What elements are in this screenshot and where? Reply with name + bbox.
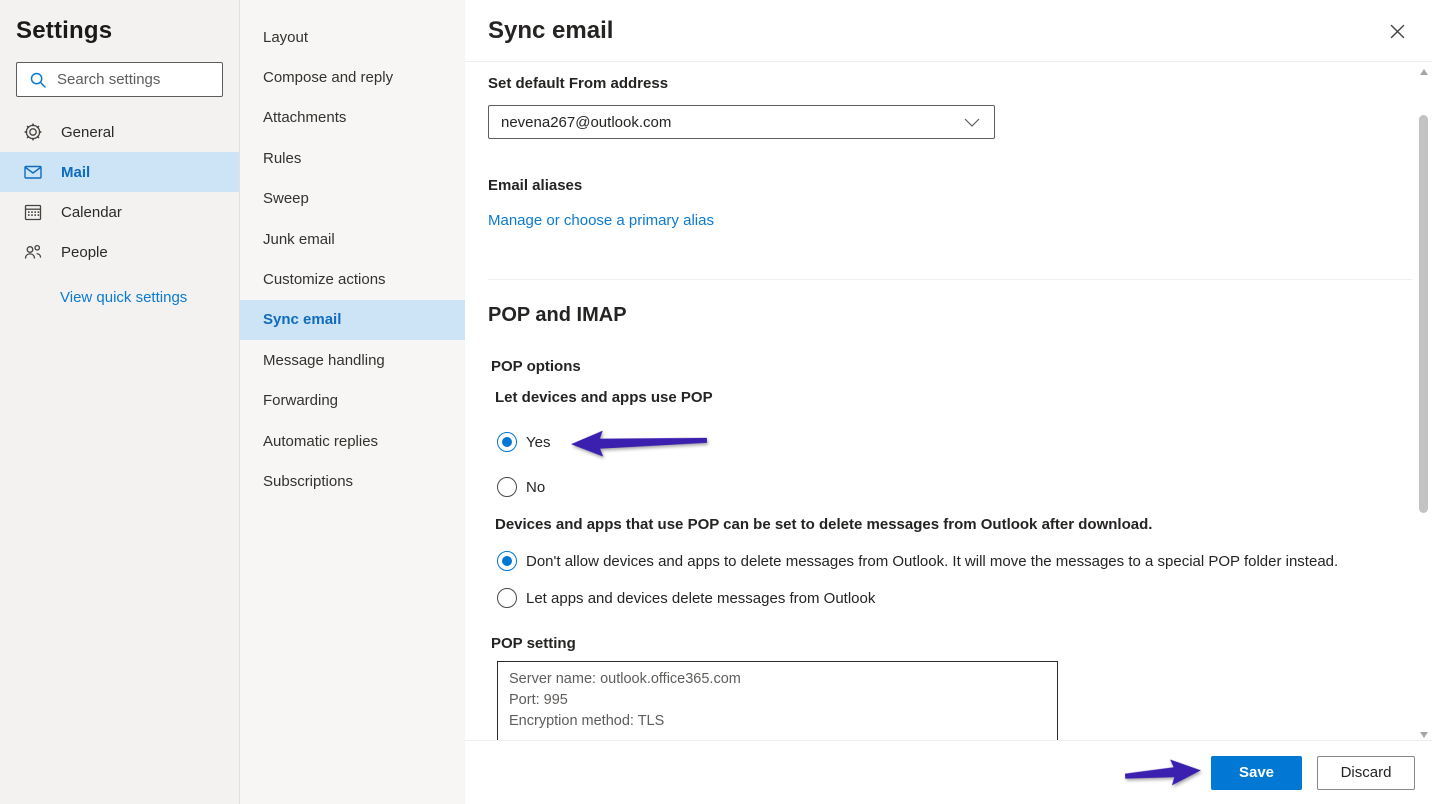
mail-settings-menu: Layout Compose and reply Attachments Rul…	[240, 0, 465, 804]
email-aliases-label: Email aliases	[488, 177, 1372, 194]
pop-setting-label: POP setting	[491, 635, 1372, 652]
mail-icon	[23, 162, 43, 182]
menu-item-junk-email[interactable]: Junk email	[240, 219, 465, 259]
gear-icon	[23, 122, 43, 142]
sidebar-nav: General Mail	[0, 112, 239, 272]
menu-item-forwarding[interactable]: Forwarding	[240, 381, 465, 421]
sidebar-item-label: People	[61, 244, 108, 261]
panel-header: Sync email	[465, 0, 1432, 62]
radio-option-yes[interactable]: Yes	[497, 425, 1372, 459]
settings-sidebar: Settings	[0, 0, 240, 804]
radio-label: Yes	[526, 434, 550, 451]
search-icon	[29, 71, 47, 89]
radio-label: Let apps and devices delete messages fro…	[526, 590, 875, 607]
from-address-dropdown[interactable]: nevena267@outlook.com	[488, 105, 995, 139]
search-settings-box[interactable]	[16, 62, 223, 97]
radio-option-let-delete[interactable]: Let apps and devices delete messages fro…	[497, 588, 1372, 608]
radio-label: Don't allow devices and apps to delete m…	[526, 553, 1338, 570]
pop-encryption: Encryption method: TLS	[509, 711, 1046, 732]
panel-content: Set default From address nevena267@outlo…	[465, 63, 1432, 740]
menu-item-subscriptions[interactable]: Subscriptions	[240, 461, 465, 501]
radio-option-dont-allow-delete[interactable]: Don't allow devices and apps to delete m…	[497, 551, 1372, 571]
sidebar-item-mail[interactable]: Mail	[0, 152, 239, 192]
radio-label: No	[526, 479, 545, 496]
pop-server-name: Server name: outlook.office365.com	[509, 669, 1046, 690]
manage-alias-link[interactable]: Manage or choose a primary alias	[488, 212, 714, 229]
sidebar-item-label: General	[61, 124, 114, 141]
scrollbar-down-icon[interactable]	[1420, 732, 1428, 738]
scrollbar-up-icon[interactable]	[1420, 69, 1428, 75]
settings-heading: Settings	[0, 0, 239, 45]
menu-item-message-handling[interactable]: Message handling	[240, 340, 465, 380]
section-divider	[488, 279, 1412, 280]
menu-item-automatic-replies[interactable]: Automatic replies	[240, 421, 465, 461]
save-button[interactable]: Save	[1211, 756, 1302, 790]
menu-item-layout[interactable]: Layout	[240, 17, 465, 57]
calendar-icon	[23, 202, 43, 222]
annotation-arrow-save	[1122, 753, 1204, 792]
view-quick-settings-link[interactable]: View quick settings	[60, 289, 187, 306]
search-input[interactable]	[57, 71, 214, 88]
pop-imap-heading: POP and IMAP	[488, 304, 1372, 327]
sidebar-item-label: Calendar	[61, 204, 122, 221]
close-icon[interactable]	[1387, 21, 1407, 41]
sidebar-item-label: Mail	[61, 164, 90, 181]
radio-unselected-icon[interactable]	[497, 477, 517, 497]
settings-dialog: Settings	[0, 0, 1432, 804]
menu-item-attachments[interactable]: Attachments	[240, 98, 465, 138]
chevron-down-icon	[964, 118, 980, 127]
radio-unselected-icon[interactable]	[497, 588, 517, 608]
pop-setting-box: Server name: outlook.office365.com Port:…	[497, 661, 1058, 740]
people-icon	[23, 242, 43, 262]
pop-delete-label: Devices and apps that use POP can be set…	[495, 516, 1372, 533]
scrollbar-thumb[interactable]	[1419, 115, 1428, 513]
use-pop-label: Let devices and apps use POP	[495, 389, 1372, 406]
menu-item-rules[interactable]: Rules	[240, 138, 465, 178]
pop-options-label: POP options	[491, 358, 1372, 375]
menu-item-customize-actions[interactable]: Customize actions	[240, 259, 465, 299]
default-from-label: Set default From address	[488, 75, 1372, 92]
sidebar-item-people[interactable]: People	[0, 232, 239, 272]
discard-button[interactable]: Discard	[1317, 756, 1415, 790]
radio-selected-icon[interactable]	[497, 551, 517, 571]
annotation-arrow-yes	[569, 426, 710, 460]
vertical-scrollbar[interactable]	[1417, 63, 1431, 740]
page-title: Sync email	[465, 0, 1432, 45]
from-address-value: nevena267@outlook.com	[501, 114, 964, 131]
menu-item-sync-email[interactable]: Sync email	[240, 300, 465, 340]
radio-selected-icon[interactable]	[497, 432, 517, 452]
action-bar: Save Discard	[465, 740, 1432, 804]
radio-option-no[interactable]: No	[497, 477, 1372, 497]
sync-email-panel: Sync email Set default From address neve…	[465, 0, 1432, 804]
pop-port: Port: 995	[509, 690, 1046, 711]
menu-item-compose-and-reply[interactable]: Compose and reply	[240, 57, 465, 97]
menu-item-sweep[interactable]: Sweep	[240, 179, 465, 219]
sidebar-item-calendar[interactable]: Calendar	[0, 192, 239, 232]
sidebar-item-general[interactable]: General	[0, 112, 239, 152]
